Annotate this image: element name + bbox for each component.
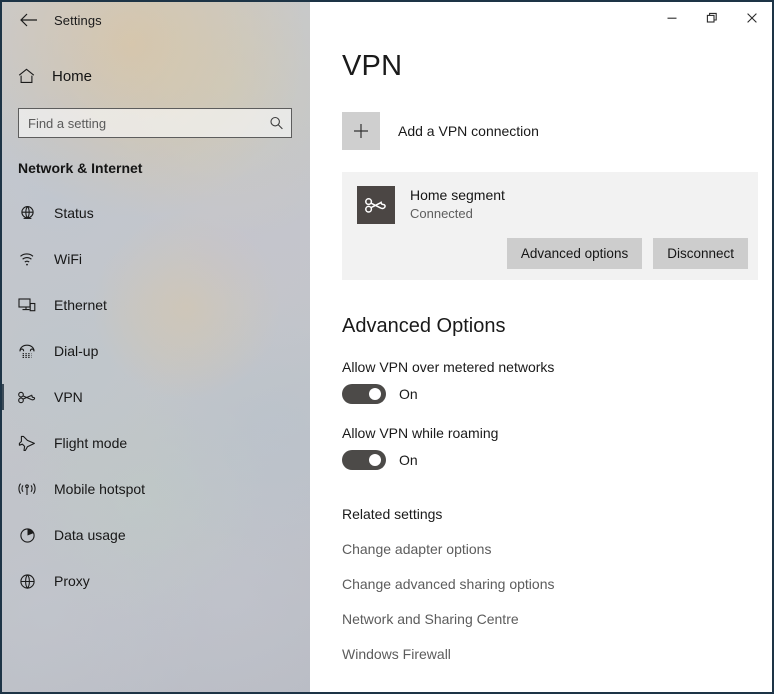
vpn-connection-card[interactable]: Home segment Connected Advanced options … bbox=[342, 172, 758, 280]
related-settings-links: Change adapter options Change advanced s… bbox=[342, 541, 772, 682]
toggle-state-metered: On bbox=[399, 386, 418, 402]
main-content: VPN Add a VPN connection bbox=[310, 50, 772, 682]
sidebar-item-proxy-label: Proxy bbox=[54, 573, 90, 589]
toggle-label-metered: Allow VPN over metered networks bbox=[342, 359, 772, 375]
search-input[interactable] bbox=[18, 108, 292, 138]
minimize-button[interactable] bbox=[652, 2, 692, 34]
advanced-options-button[interactable]: Advanced options bbox=[507, 238, 642, 269]
toggle-block-metered: Allow VPN over metered networks On bbox=[342, 359, 772, 404]
vpn-connection-info: Home segment Connected bbox=[357, 186, 758, 224]
related-link-change-advanced-sharing-options[interactable]: Change advanced sharing options bbox=[342, 576, 772, 592]
sidebar-item-flight-mode-label: Flight mode bbox=[54, 435, 127, 451]
dial-up-icon bbox=[16, 344, 38, 359]
toggle-knob bbox=[369, 454, 381, 466]
related-settings-heading: Related settings bbox=[342, 506, 772, 522]
plus-icon bbox=[342, 112, 380, 150]
main-pane: VPN Add a VPN connection bbox=[310, 2, 772, 692]
vpn-connection-text: Home segment Connected bbox=[410, 186, 505, 221]
sidebar-item-wifi[interactable]: WiFi bbox=[2, 236, 310, 282]
advanced-options-heading: Advanced Options bbox=[342, 315, 772, 338]
sidebar-item-home[interactable]: Home bbox=[2, 58, 310, 94]
close-button[interactable] bbox=[732, 2, 772, 34]
sidebar-item-ethernet-label: Ethernet bbox=[54, 297, 107, 313]
airplane-icon bbox=[16, 435, 38, 452]
vpn-icon bbox=[16, 391, 38, 404]
toggle-block-roaming: Allow VPN while roaming On bbox=[342, 425, 772, 470]
sidebar-category-heading: Network & Internet bbox=[18, 160, 310, 176]
sidebar-item-mobile-hotspot-label: Mobile hotspot bbox=[54, 481, 145, 497]
app-title: Settings bbox=[54, 13, 102, 28]
sidebar-item-mobile-hotspot[interactable]: Mobile hotspot bbox=[2, 466, 310, 512]
toggle-row-roaming: On bbox=[342, 450, 772, 470]
sidebar-item-flight-mode[interactable]: Flight mode bbox=[2, 420, 310, 466]
sidebar-titlebar: Settings bbox=[2, 2, 310, 38]
sidebar: Settings Home Network & Internet bbox=[2, 2, 310, 692]
vpn-connection-icon bbox=[357, 186, 395, 224]
sidebar-item-vpn[interactable]: VPN bbox=[2, 374, 310, 420]
sidebar-item-data-usage[interactable]: Data usage bbox=[2, 512, 310, 558]
add-vpn-connection-button[interactable]: Add a VPN connection bbox=[342, 112, 642, 150]
related-link-windows-firewall[interactable]: Windows Firewall bbox=[342, 646, 772, 662]
toggle-row-metered: On bbox=[342, 384, 772, 404]
related-link-network-and-sharing-centre[interactable]: Network and Sharing Centre bbox=[342, 611, 772, 627]
globe-icon bbox=[16, 573, 38, 590]
home-icon bbox=[16, 68, 36, 84]
sidebar-item-status[interactable]: Status bbox=[2, 190, 310, 236]
sidebar-nav-list: Status WiFi bbox=[2, 190, 310, 604]
toggle-knob bbox=[369, 388, 381, 400]
sidebar-item-ethernet[interactable]: Ethernet bbox=[2, 282, 310, 328]
sidebar-item-home-label: Home bbox=[52, 68, 92, 85]
pie-chart-icon bbox=[16, 527, 38, 544]
wifi-icon bbox=[16, 252, 38, 267]
search-box[interactable] bbox=[18, 108, 292, 138]
sidebar-item-dialup-label: Dial-up bbox=[54, 343, 98, 359]
vpn-connection-name: Home segment bbox=[410, 186, 505, 204]
back-arrow-icon[interactable] bbox=[14, 6, 44, 34]
vpn-card-actions: Advanced options Disconnect bbox=[507, 238, 748, 269]
globe-status-icon bbox=[16, 205, 38, 222]
toggle-state-roaming: On bbox=[399, 452, 418, 468]
sidebar-item-proxy[interactable]: Proxy bbox=[2, 558, 310, 604]
hotspot-icon bbox=[16, 482, 38, 497]
vpn-connection-status: Connected bbox=[410, 206, 505, 221]
sidebar-item-dialup[interactable]: Dial-up bbox=[2, 328, 310, 374]
settings-window: Settings Home Network & Internet bbox=[0, 0, 774, 694]
ethernet-icon bbox=[16, 297, 38, 313]
related-link-change-adapter-options[interactable]: Change adapter options bbox=[342, 541, 772, 557]
toggle-label-roaming: Allow VPN while roaming bbox=[342, 425, 772, 441]
sidebar-item-data-usage-label: Data usage bbox=[54, 527, 126, 543]
sidebar-item-vpn-label: VPN bbox=[54, 389, 83, 405]
toggle-switch-roaming[interactable] bbox=[342, 450, 386, 470]
toggle-switch-metered[interactable] bbox=[342, 384, 386, 404]
add-vpn-connection-label: Add a VPN connection bbox=[398, 123, 539, 139]
sidebar-item-status-label: Status bbox=[54, 205, 94, 221]
disconnect-button[interactable]: Disconnect bbox=[653, 238, 748, 269]
window-controls bbox=[652, 2, 772, 34]
page-title: VPN bbox=[342, 50, 772, 83]
sidebar-item-wifi-label: WiFi bbox=[54, 251, 82, 267]
restore-button[interactable] bbox=[692, 2, 732, 34]
